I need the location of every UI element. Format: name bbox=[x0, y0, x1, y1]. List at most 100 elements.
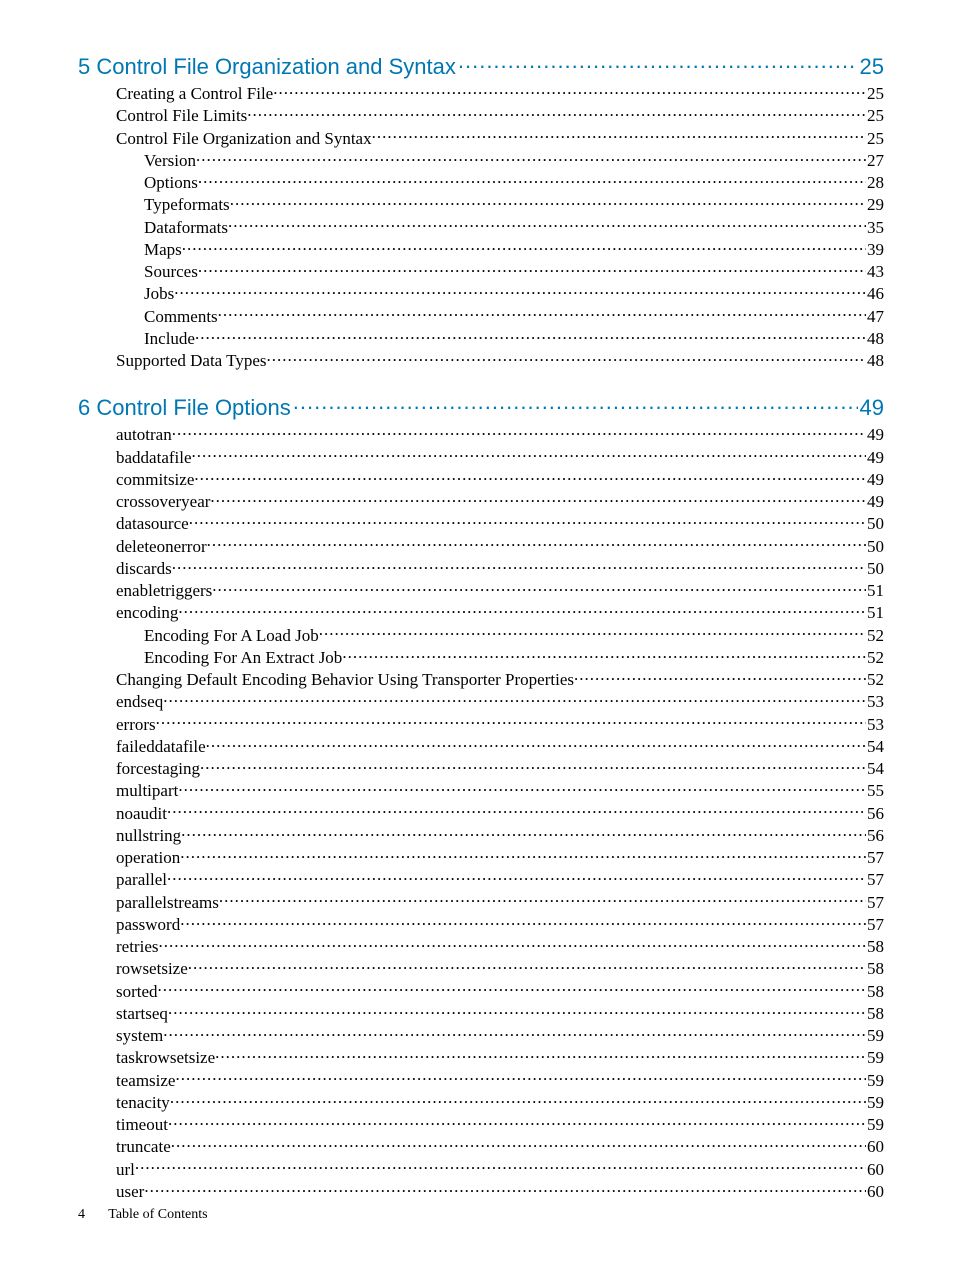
leader-dots bbox=[181, 824, 866, 841]
toc-entry[interactable]: retries58 bbox=[78, 935, 884, 957]
entry-title: forcestaging bbox=[116, 758, 200, 779]
footer: 4 Table of Contents bbox=[78, 1207, 208, 1223]
toc-entry[interactable]: operation57 bbox=[78, 846, 884, 868]
toc-entry[interactable]: truncate60 bbox=[78, 1135, 884, 1157]
toc-entry[interactable]: system59 bbox=[78, 1024, 884, 1046]
entry-page: 57 bbox=[867, 914, 884, 935]
toc-entry[interactable]: Control File Organization and Syntax 25 bbox=[78, 127, 884, 149]
leader-dots bbox=[182, 238, 866, 255]
toc-entry[interactable]: Maps39 bbox=[78, 238, 884, 260]
toc-entry[interactable]: errors53 bbox=[78, 713, 884, 735]
entry-page: 51 bbox=[867, 580, 884, 601]
toc-entry[interactable]: nullstring56 bbox=[78, 824, 884, 846]
toc-entry[interactable]: endseq53 bbox=[78, 690, 884, 712]
toc-entry[interactable]: Options28 bbox=[78, 171, 884, 193]
toc-entry[interactable]: password 57 bbox=[78, 913, 884, 935]
toc-entry[interactable]: discards50 bbox=[78, 557, 884, 579]
entry-title: commitsize bbox=[116, 469, 194, 490]
leader-dots bbox=[218, 305, 866, 322]
entry-page: 52 bbox=[867, 669, 884, 690]
entry-title: system bbox=[116, 1025, 163, 1046]
footer-label: Table of Contents bbox=[108, 1207, 207, 1222]
toc-entry[interactable]: parallel 57 bbox=[78, 868, 884, 890]
toc-entry[interactable]: crossoveryear49 bbox=[78, 490, 884, 512]
toc-entry[interactable]: Creating a Control File25 bbox=[78, 82, 884, 104]
toc-entry[interactable]: Encoding For An Extract Job52 bbox=[78, 646, 884, 668]
page-number: 4 bbox=[78, 1207, 85, 1222]
toc-entry[interactable]: commitsize 49 bbox=[78, 468, 884, 490]
toc-entry[interactable]: Version27 bbox=[78, 149, 884, 171]
entry-title: teamsize bbox=[116, 1070, 175, 1091]
entry-page: 49 bbox=[867, 447, 884, 468]
page: 5 Control File Organization and Syntax25… bbox=[0, 0, 954, 1271]
entry-title: taskrowsetsize bbox=[116, 1047, 215, 1068]
toc-entry[interactable]: teamsize59 bbox=[78, 1069, 884, 1091]
toc-entry[interactable]: Sources43 bbox=[78, 260, 884, 282]
entry-title: Changing Default Encoding Behavior Using… bbox=[116, 669, 574, 690]
toc-entry[interactable]: timeout59 bbox=[78, 1113, 884, 1135]
toc-entry[interactable]: Comments47 bbox=[78, 305, 884, 327]
toc-entry[interactable]: faileddatafile54 bbox=[78, 735, 884, 757]
toc-entry[interactable]: sorted 58 bbox=[78, 980, 884, 1002]
toc-entry[interactable]: user60 bbox=[78, 1180, 884, 1202]
toc-entry[interactable]: enabletriggers51 bbox=[78, 579, 884, 601]
toc-entry[interactable]: multipart55 bbox=[78, 779, 884, 801]
toc-entry[interactable]: Changing Default Encoding Behavior Using… bbox=[78, 668, 884, 690]
entry-title: Creating a Control File bbox=[116, 83, 273, 104]
toc-entry[interactable]: noaudit56 bbox=[78, 802, 884, 824]
entry-title: parallel bbox=[116, 869, 167, 890]
toc-entry[interactable]: Typeformats29 bbox=[78, 193, 884, 215]
leader-dots bbox=[200, 757, 866, 774]
entry-page: 29 bbox=[867, 194, 884, 215]
section-heading[interactable]: 5 Control File Organization and Syntax25 bbox=[78, 52, 884, 80]
entry-title: Supported Data Types bbox=[116, 350, 267, 371]
toc-entry[interactable]: baddatafile 49 bbox=[78, 446, 884, 468]
toc-entry[interactable]: encoding51 bbox=[78, 601, 884, 623]
toc-entry[interactable]: Jobs46 bbox=[78, 282, 884, 304]
toc-entry[interactable]: url60 bbox=[78, 1158, 884, 1180]
section-heading[interactable]: 6 Control File Options49 bbox=[78, 393, 884, 421]
leader-dots bbox=[198, 260, 866, 277]
entry-page: 59 bbox=[867, 1047, 884, 1068]
leader-dots bbox=[163, 1024, 866, 1041]
toc-entry[interactable]: Supported Data Types48 bbox=[78, 349, 884, 371]
entry-title: sorted bbox=[116, 981, 158, 1002]
entry-title: Include bbox=[144, 328, 195, 349]
entry-title: truncate bbox=[116, 1136, 171, 1157]
entry-page: 57 bbox=[867, 869, 884, 890]
leader-dots bbox=[158, 935, 866, 952]
entry-page: 58 bbox=[867, 958, 884, 979]
entry-title: password bbox=[116, 914, 180, 935]
leader-dots bbox=[175, 1069, 866, 1086]
leader-dots bbox=[215, 1046, 866, 1063]
entry-page: 57 bbox=[867, 892, 884, 913]
entry-page: 52 bbox=[867, 625, 884, 646]
toc-entry[interactable]: startseq58 bbox=[78, 1002, 884, 1024]
entry-page: 25 bbox=[867, 128, 884, 149]
toc-entry[interactable]: deleteonerror 50 bbox=[78, 535, 884, 557]
toc-entry[interactable]: Control File Limits25 bbox=[78, 104, 884, 126]
entry-page: 54 bbox=[867, 758, 884, 779]
entry-page: 58 bbox=[867, 981, 884, 1002]
entry-page: 54 bbox=[867, 736, 884, 757]
toc-entry[interactable]: parallelstreams57 bbox=[78, 891, 884, 913]
section-page: 25 bbox=[860, 54, 884, 80]
toc-entry[interactable]: Encoding For A Load Job52 bbox=[78, 624, 884, 646]
entry-page: 49 bbox=[867, 491, 884, 512]
entry-title: baddatafile bbox=[116, 447, 192, 468]
entry-title: endseq bbox=[116, 691, 163, 712]
toc-entry[interactable]: autotran49 bbox=[78, 423, 884, 445]
entry-title: deleteonerror bbox=[116, 536, 207, 557]
toc-entry[interactable]: tenacity59 bbox=[78, 1091, 884, 1113]
toc-entry[interactable]: forcestaging 54 bbox=[78, 757, 884, 779]
leader-dots bbox=[574, 668, 866, 685]
toc-entry[interactable]: rowsetsize58 bbox=[78, 957, 884, 979]
leader-dots bbox=[228, 216, 866, 233]
entry-page: 50 bbox=[867, 536, 884, 557]
toc-entry[interactable]: Dataformats35 bbox=[78, 216, 884, 238]
entry-title: Control File Organization and Syntax bbox=[116, 128, 372, 149]
toc-entry[interactable]: taskrowsetsize 59 bbox=[78, 1046, 884, 1068]
toc-entry[interactable]: Include48 bbox=[78, 327, 884, 349]
toc-entry[interactable]: datasource50 bbox=[78, 512, 884, 534]
entry-page: 49 bbox=[867, 469, 884, 490]
